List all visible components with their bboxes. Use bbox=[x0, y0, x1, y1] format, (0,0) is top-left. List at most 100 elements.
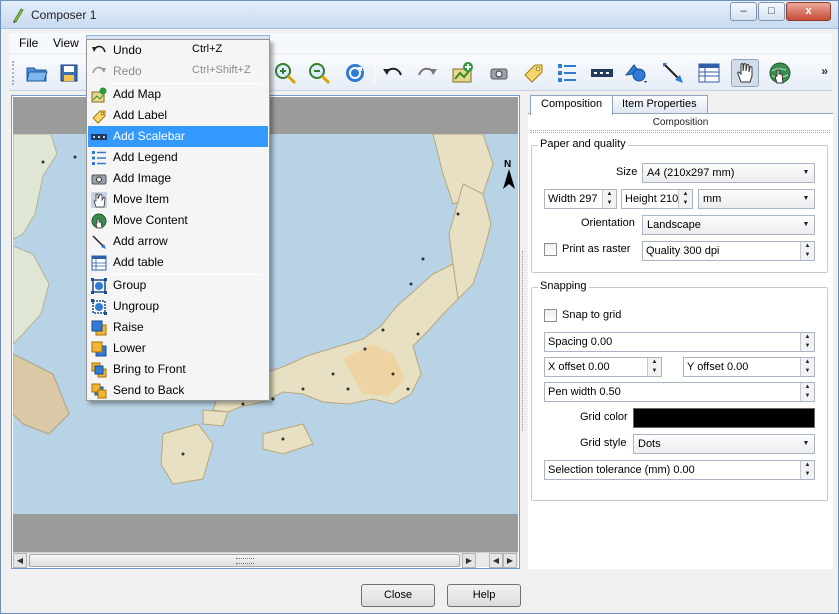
menu-add-label[interactable]: Add Label bbox=[88, 105, 268, 126]
width-value: Width 297 bbox=[548, 193, 598, 205]
menu-group[interactable]: Group bbox=[88, 275, 268, 296]
zoom-out-icon bbox=[309, 63, 331, 85]
minimize-button[interactable]: – bbox=[730, 2, 757, 21]
grid-style-select[interactable]: Dots ▼ bbox=[633, 434, 815, 454]
toolbar-overflow-button[interactable]: » bbox=[821, 64, 828, 78]
scroll-back-button[interactable]: ◀ bbox=[489, 553, 503, 568]
close-button[interactable]: Close bbox=[361, 584, 435, 607]
menu-move-item[interactable]: Move Item bbox=[88, 189, 268, 210]
menu-bring-to-front[interactable]: Bring to Front bbox=[88, 359, 268, 380]
orientation-value: Landscape bbox=[647, 219, 701, 231]
height-input[interactable]: Height 210 ▲ ▼ bbox=[621, 189, 693, 209]
composition-pane: Composition Paper and quality Size A4 (2… bbox=[528, 113, 833, 569]
menu-redo-label: Redo bbox=[113, 64, 142, 78]
pen-width-input[interactable]: Pen width 0.50 ▲ ▼ bbox=[544, 382, 815, 402]
save-template-button[interactable] bbox=[55, 59, 83, 87]
chevron-down-icon: ▼ bbox=[802, 221, 810, 228]
scroll-thumb[interactable] bbox=[29, 554, 460, 567]
units-select[interactable]: mm ▼ bbox=[698, 189, 815, 209]
arrow-icon bbox=[663, 63, 683, 83]
chevron-down-icon: ▼ bbox=[802, 195, 810, 202]
add-scalebar-button[interactable] bbox=[588, 59, 616, 87]
panel-splitter[interactable] bbox=[522, 251, 525, 431]
x-offset-spinner[interactable]: ▲ ▼ bbox=[647, 358, 661, 376]
open-template-button[interactable] bbox=[23, 59, 51, 87]
snap-to-grid-checkbox[interactable] bbox=[544, 309, 557, 322]
move-content-button[interactable] bbox=[766, 59, 794, 87]
zoom-in-icon bbox=[275, 63, 297, 85]
menu-move-content[interactable]: Move Content bbox=[88, 210, 268, 231]
menu-lower[interactable]: Lower bbox=[88, 338, 268, 359]
orientation-select[interactable]: Landscape ▼ bbox=[642, 215, 815, 235]
menu-undo[interactable]: Undo Ctrl+Z bbox=[88, 40, 268, 61]
print-as-raster-checkbox[interactable] bbox=[544, 243, 557, 256]
menu-send-to-back-label: Send to Back bbox=[113, 383, 185, 397]
menu-ungroup-label: Ungroup bbox=[113, 299, 160, 313]
quality-spinner[interactable]: ▲ ▼ bbox=[800, 242, 814, 260]
window-title: Composer 1 bbox=[31, 8, 97, 22]
scroll-left-button[interactable]: ◀ bbox=[13, 553, 27, 568]
refresh-button[interactable] bbox=[341, 59, 369, 87]
menu-send-to-back[interactable]: Send to Back bbox=[88, 380, 268, 401]
toolbar-grip[interactable] bbox=[12, 61, 15, 85]
refresh-icon bbox=[346, 64, 364, 82]
spacing-spinner[interactable]: ▲ ▼ bbox=[800, 333, 814, 351]
spacing-input[interactable]: Spacing 0.00 ▲ ▼ bbox=[544, 332, 815, 352]
menu-add-arrow[interactable]: Add arrow bbox=[88, 231, 268, 252]
menu-ungroup[interactable]: Ungroup bbox=[88, 296, 268, 317]
undo-button[interactable] bbox=[379, 59, 407, 87]
maximize-button[interactable]: □ bbox=[758, 2, 785, 21]
menu-add-image[interactable]: Add Image bbox=[88, 168, 268, 189]
zoom-in-button[interactable] bbox=[271, 59, 299, 87]
add-table-button[interactable] bbox=[695, 59, 723, 87]
menu-add-legend[interactable]: Add Legend bbox=[88, 147, 268, 168]
tab-composition[interactable]: Composition bbox=[530, 95, 614, 115]
menu-raise[interactable]: Raise bbox=[88, 317, 268, 338]
add-map-button[interactable] bbox=[449, 59, 477, 87]
menu-view[interactable]: View bbox=[49, 35, 83, 51]
grid-color-button[interactable] bbox=[633, 408, 815, 428]
add-shape-button[interactable] bbox=[623, 59, 651, 87]
scroll-forward-button[interactable]: ▶ bbox=[503, 553, 517, 568]
menu-add-scalebar[interactable]: Add Scalebar bbox=[88, 126, 268, 147]
select-move-item-button[interactable] bbox=[731, 59, 759, 87]
camera-icon bbox=[91, 174, 107, 185]
width-spinner[interactable]: ▲ ▼ bbox=[602, 190, 616, 208]
scroll-right-button[interactable]: ▶ bbox=[462, 553, 476, 568]
add-arrow-button[interactable] bbox=[659, 59, 687, 87]
print-as-raster-label: Print as raster bbox=[562, 243, 631, 255]
redo-button[interactable] bbox=[413, 59, 441, 87]
add-label-button[interactable] bbox=[519, 59, 547, 87]
menu-redo[interactable]: Redo Ctrl+Shift+Z bbox=[88, 61, 268, 82]
zoom-out-button[interactable] bbox=[305, 59, 333, 87]
selection-tolerance-input[interactable]: Selection tolerance (mm) 0.00 ▲ ▼ bbox=[544, 460, 815, 480]
snap-to-grid-label: Snap to grid bbox=[562, 309, 622, 321]
qgis-pencil-icon bbox=[13, 8, 24, 23]
horizontal-scrollbar[interactable]: ◀ ▶ ◀ ▶ bbox=[13, 552, 518, 568]
menu-undo-shortcut: Ctrl+Z bbox=[192, 43, 223, 55]
add-map-icon bbox=[452, 62, 473, 83]
quality-input[interactable]: Quality 300 dpi ▲ ▼ bbox=[642, 241, 815, 261]
y-offset-input[interactable]: Y offset 0.00 ▲ ▼ bbox=[683, 357, 815, 377]
add-image-button[interactable] bbox=[485, 59, 513, 87]
grid-style-value: Dots bbox=[638, 438, 661, 450]
y-offset-spinner[interactable]: ▲ ▼ bbox=[800, 358, 814, 376]
paper-quality-group: Paper and quality Size A4 (210x297 mm) ▼… bbox=[531, 138, 828, 273]
selection-tolerance-spinner[interactable]: ▲ ▼ bbox=[800, 461, 814, 479]
add-legend-button[interactable] bbox=[553, 59, 581, 87]
x-offset-input[interactable]: X offset 0.00 ▲ ▼ bbox=[544, 357, 662, 377]
menu-add-map[interactable]: Add Map bbox=[88, 84, 268, 105]
pen-width-spinner[interactable]: ▲ ▼ bbox=[800, 383, 814, 401]
height-spinner[interactable]: ▲ ▼ bbox=[678, 190, 692, 208]
paper-size-select[interactable]: A4 (210x297 mm) ▼ bbox=[642, 163, 815, 183]
help-button[interactable]: Help bbox=[447, 584, 521, 607]
save-icon bbox=[60, 64, 78, 82]
hand-pointer-icon bbox=[91, 192, 107, 208]
menu-add-table[interactable]: Add table bbox=[88, 252, 268, 273]
menu-file[interactable]: File bbox=[15, 35, 42, 51]
north-arrow-label: N bbox=[504, 159, 511, 170]
tab-item-properties[interactable]: Item Properties bbox=[611, 95, 708, 113]
close-window-button[interactable]: x bbox=[786, 2, 831, 21]
width-input[interactable]: Width 297 ▲ ▼ bbox=[544, 189, 617, 209]
label-tag-icon bbox=[92, 110, 106, 124]
